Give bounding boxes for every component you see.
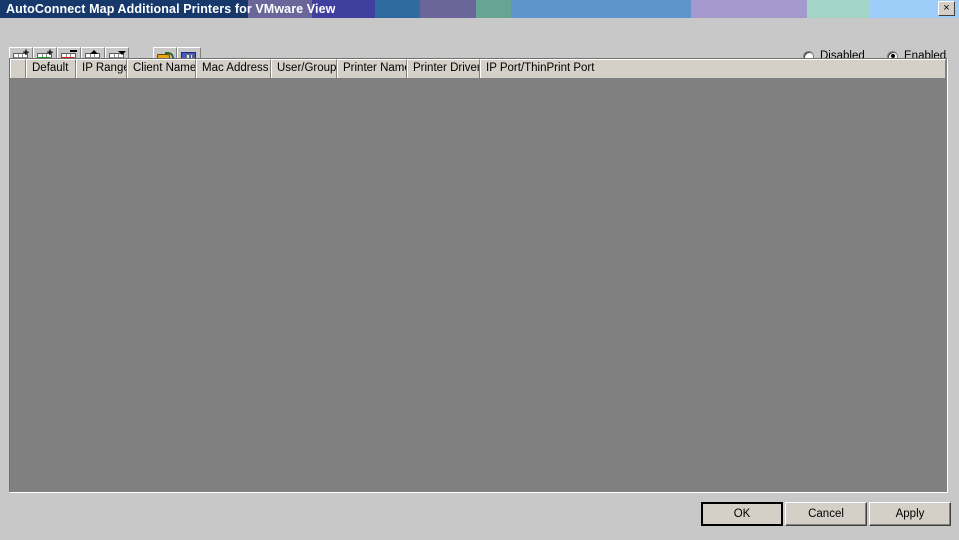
window-title: AutoConnect Map Additional Printers for …: [6, 2, 336, 16]
cancel-button[interactable]: Cancel: [785, 502, 867, 526]
ok-button[interactable]: OK: [701, 502, 783, 526]
title-bar-segment-7: [691, 0, 807, 18]
title-bar-segment-3: [375, 0, 420, 18]
apply-button[interactable]: Apply: [869, 502, 951, 526]
column-header-default[interactable]: Default: [26, 59, 76, 78]
title-bar-segment-8: [807, 0, 869, 18]
title-bar-segment-6: [511, 0, 691, 18]
column-header-printer-name[interactable]: Printer Name: [337, 59, 407, 78]
dialog-window: AutoConnect Map Additional Printers for …: [0, 0, 959, 540]
table-header-row: Default IP Range Client Name Mac Address Use…: [10, 59, 946, 78]
table-body-empty[interactable]: [10, 78, 946, 491]
title-bar-segment-4: [420, 0, 476, 18]
column-header-ip-range[interactable]: IP Range: [76, 59, 127, 78]
title-bar: AutoConnect Map Additional Printers for …: [0, 0, 959, 18]
column-header-user-group[interactable]: User/Group: [271, 59, 337, 78]
title-bar-segment-5: [476, 0, 511, 18]
column-header-printer-driver[interactable]: Printer Driver: [407, 59, 480, 78]
column-header-client-name[interactable]: Client Name: [127, 59, 196, 78]
column-header-select[interactable]: [10, 59, 26, 78]
column-header-mac-address[interactable]: Mac Address: [196, 59, 271, 78]
printer-mapping-list[interactable]: Default IP Range Client Name Mac Address Use…: [9, 58, 947, 492]
close-icon[interactable]: ×: [938, 1, 955, 16]
column-header-ip-port-thinprint-port[interactable]: IP Port/ThinPrint Port: [480, 59, 946, 78]
toolbar: + + Disabled Enabled: [0, 18, 959, 70]
